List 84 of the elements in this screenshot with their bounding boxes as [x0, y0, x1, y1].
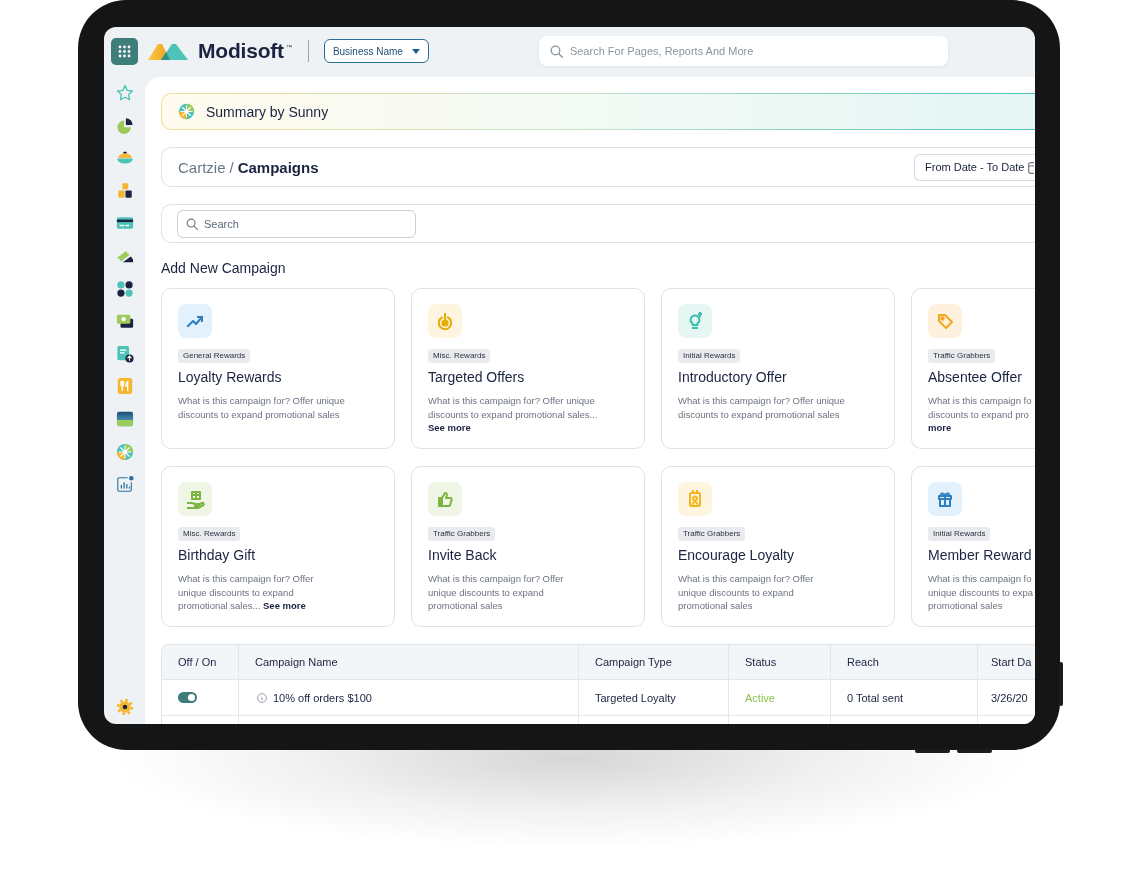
- search-icon: [549, 44, 563, 58]
- category-tag: Misc. Rewards: [178, 527, 241, 541]
- calendar-icon: [1028, 160, 1035, 174]
- card-title: Loyalty Rewards: [178, 368, 282, 386]
- breadcrumb-current: Campaigns: [237, 158, 319, 176]
- category-tag: Traffic Grabbers: [678, 527, 746, 541]
- power-icon: [428, 304, 462, 338]
- card-description: What is this campaign fo unique discounts to expa promotional sales: [928, 572, 1034, 613]
- category-tag: Initial Rewards: [678, 349, 741, 363]
- four-dots-icon[interactable]: [115, 279, 134, 298]
- star-icon[interactable]: [115, 84, 134, 102]
- see-more-link[interactable]: more: [928, 422, 952, 433]
- card-title: Targeted Offers: [428, 368, 525, 386]
- document-upload-icon[interactable]: [115, 344, 134, 363]
- trend-up-icon: [178, 304, 212, 338]
- search-field[interactable]: Search: [177, 209, 416, 238]
- id-badge-icon: [678, 482, 712, 516]
- campaign-card[interactable]: Misc. Rewards Birthday Gift What is this campaign for? Offer unique discounts to expand promotional sales... See more: [161, 466, 395, 627]
- search-field[interactable]: Search For Pages, Reports And More: [538, 36, 948, 66]
- landscape-card-icon[interactable]: [115, 409, 134, 428]
- toggle-switch[interactable]: [178, 692, 197, 703]
- column-header: Off / On: [162, 645, 239, 679]
- thumbs-up-icon: [428, 482, 462, 516]
- card-description: What is this campaign for? Offer unique discounts to expand promotional sales: [678, 394, 845, 421]
- card-title: Birthday Gift: [178, 546, 256, 564]
- category-tag: Initial Rewards: [928, 527, 991, 541]
- brand-name: Modisoft: [198, 39, 284, 63]
- status-text: Active: [745, 691, 775, 704]
- date-range-button[interactable]: From Date - To Date: [914, 153, 1035, 181]
- apps-menu-button[interactable]: [111, 37, 138, 65]
- category-tag: General Rewards: [178, 349, 251, 363]
- card-title: Invite Back: [428, 546, 497, 564]
- lightbulb-icon: [678, 304, 712, 338]
- card-description: What is this campaign for? Offer unique discounts to expand promotional sales... See more: [428, 394, 599, 435]
- card-title: Absentee Offer: [928, 368, 1022, 386]
- campaign-card[interactable]: Traffic Grabbers Encourage Loyalty What is this campaign for? Offer unique discounts to expand promotional sales: [661, 466, 895, 627]
- grid-icon: [118, 44, 131, 58]
- campaign-card[interactable]: Initial Rewards Member Reward What is this campaign fo unique discounts to expa promotional sales: [911, 466, 1035, 627]
- category-tag: Traffic Grabbers: [928, 349, 996, 363]
- business-dropdown[interactable]: Business Name: [323, 39, 429, 63]
- boxes-icon[interactable]: [115, 181, 134, 200]
- card-title: Member Reward: [928, 546, 1032, 564]
- card-description: What is this campaign for? Offer unique discounts to expand promotional sales: [678, 572, 814, 613]
- column-header: Campaign Type: [579, 645, 729, 679]
- column-header: Status: [729, 645, 831, 679]
- gift-icon: [928, 482, 962, 516]
- table-cell: 0 Total sent: [847, 691, 904, 704]
- campaign-card[interactable]: Traffic Grabbers Invite Back What is this campaign for? Offer unique discounts to expand promotional sales: [411, 466, 645, 627]
- card-title: Introductory Offer: [678, 368, 787, 386]
- breadcrumb-link[interactable]: Cartzie: [178, 158, 226, 176]
- see-more-link[interactable]: See more: [263, 600, 306, 611]
- campaign-card[interactable]: Misc. Rewards Targeted Offers What is this campaign for? Offer unique discounts to expand promotional sales... See more: [411, 288, 645, 449]
- card-title: Encourage Loyalty: [678, 546, 794, 564]
- campaign-name: 10% off orders $100: [273, 691, 372, 704]
- card-description: What is this campaign for? Offer unique discounts to expand promotional sales: [428, 572, 564, 613]
- table-cell: Targeted Loyalty: [595, 691, 676, 704]
- campaign-card[interactable]: Initial Rewards Introductory Offer What is this campaign for? Offer unique discounts to expand promotional sales: [661, 288, 895, 449]
- card-description: What is this campaign for? Offer unique discounts to expand promotional sales: [178, 394, 345, 421]
- campaign-card[interactable]: Traffic Grabbers Absentee Offer What is this campaign fo discounts to expand pro more: [911, 288, 1035, 449]
- bar-chart-icon[interactable]: [115, 475, 134, 494]
- logo-icon: [148, 42, 188, 60]
- card-description: What is this campaign fo discounts to expand pro more: [928, 394, 1033, 435]
- see-more-link[interactable]: See more: [428, 422, 471, 433]
- cash-icon[interactable]: [115, 312, 134, 331]
- sunburst-icon: [178, 103, 195, 120]
- column-header: Reach: [831, 645, 978, 679]
- card-description: What is this campaign for? Offer unique discounts to expand promotional sales... See more: [178, 572, 314, 613]
- search-icon: [186, 217, 198, 230]
- settings-icon[interactable]: [115, 698, 134, 716]
- category-tag: Traffic Grabbers: [428, 527, 496, 541]
- campaign-card[interactable]: General Rewards Loyalty Rewards What is this campaign for? Offer unique discounts to expand promotional sales: [161, 288, 395, 449]
- summary-banner[interactable]: Summary by Sunny: [161, 93, 1035, 130]
- gift-hand-icon: [178, 482, 212, 516]
- column-header: Start Da: [990, 655, 1033, 670]
- table-cell: 3/26/20: [991, 691, 1028, 704]
- column-header: Campaign Name: [239, 645, 579, 679]
- section-heading: Add New Campaign: [161, 259, 287, 277]
- pie-chart-icon[interactable]: [115, 116, 134, 135]
- category-tag: Misc. Rewards: [428, 349, 491, 363]
- summary-title: Summary by Sunny: [206, 103, 329, 120]
- tag-icon: [928, 304, 962, 338]
- breadcrumb-separator: /: [229, 158, 234, 176]
- info-icon: [257, 692, 267, 703]
- caret-icon: [411, 48, 420, 54]
